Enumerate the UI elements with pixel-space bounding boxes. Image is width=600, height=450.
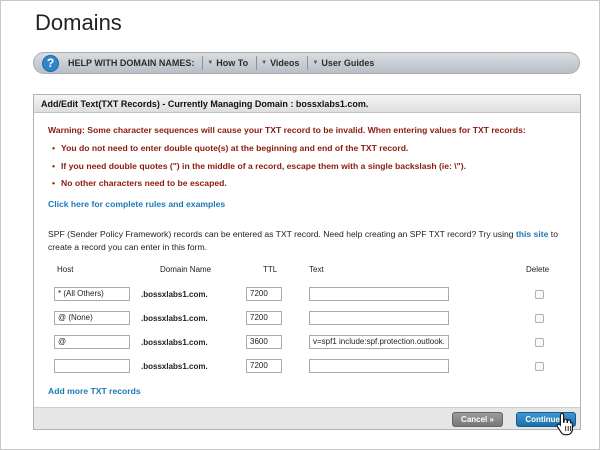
ttl-input[interactable]: 7200 xyxy=(246,287,282,301)
spf-help-text: SPF (Sender Policy Framework) records ca… xyxy=(48,228,568,254)
help-bar-label: HELP WITH DOMAIN NAMES: xyxy=(68,58,195,68)
help-icon: ? xyxy=(42,54,59,72)
domain-name: .bossxlabs1.com. xyxy=(141,362,208,371)
divider xyxy=(307,56,309,70)
host-input[interactable]: * (All Others) xyxy=(54,287,130,301)
ttl-input[interactable]: 7200 xyxy=(246,359,282,373)
ttl-input[interactable]: 7200 xyxy=(246,311,282,325)
spf-site-link[interactable]: this site xyxy=(516,229,548,239)
help-link-how-to[interactable]: ▼ How To xyxy=(207,58,248,68)
help-link-user-guides[interactable]: ▼ User Guides xyxy=(312,58,374,68)
ttl-input[interactable]: 3600 xyxy=(246,335,282,349)
domain-name: .bossxlabs1.com. xyxy=(141,338,208,347)
text-input[interactable] xyxy=(309,287,449,301)
text-input[interactable] xyxy=(309,359,449,373)
txt-records-panel: Add/Edit Text(TXT Records) - Currently M… xyxy=(33,94,581,430)
help-bar: ? HELP WITH DOMAIN NAMES: ▼ How To ▼ Vid… xyxy=(33,52,580,74)
divider xyxy=(202,56,204,70)
delete-checkbox[interactable] xyxy=(535,314,544,323)
delete-checkbox[interactable] xyxy=(535,338,544,347)
column-header-domain: Domain Name xyxy=(160,265,212,274)
delete-checkbox[interactable] xyxy=(535,290,544,299)
cancel-button[interactable]: Cancel » xyxy=(452,412,503,427)
chevron-down-icon: ▼ xyxy=(312,60,319,66)
domain-name: .bossxlabs1.com. xyxy=(141,314,208,323)
help-link-label: User Guides xyxy=(321,58,375,68)
text-input[interactable] xyxy=(309,311,449,325)
column-header-delete: Delete xyxy=(526,265,550,274)
domain-name: .bossxlabs1.com. xyxy=(141,290,208,299)
rule-bullet: You do not need to enter double quote(s)… xyxy=(52,143,408,153)
rule-bullet: If you need double quotes (") in the mid… xyxy=(52,161,466,171)
rules-examples-link[interactable]: Click here for complete rules and exampl… xyxy=(48,199,225,209)
spf-text-part: SPF (Sender Policy Framework) records ca… xyxy=(48,229,516,239)
help-link-label: How To xyxy=(216,58,249,68)
chevron-down-icon: ▼ xyxy=(261,60,268,66)
text-input[interactable]: v=spf1 include:spf.protection.outlook. xyxy=(309,335,449,349)
rule-bullet: No other characters need to be escaped. xyxy=(52,178,227,188)
host-input[interactable]: @ xyxy=(54,335,130,349)
divider xyxy=(256,56,258,70)
column-header-text: Text xyxy=(309,265,324,274)
page-title: Domains xyxy=(35,10,122,35)
panel-footer: Cancel » Continue » xyxy=(34,407,580,429)
chevron-down-icon: ▼ xyxy=(207,60,214,66)
delete-checkbox[interactable] xyxy=(535,362,544,371)
host-input[interactable]: @ (None) xyxy=(54,311,130,325)
hand-cursor-icon xyxy=(556,412,573,436)
host-input[interactable] xyxy=(54,359,130,373)
add-more-records-link[interactable]: Add more TXT records xyxy=(48,386,141,396)
help-link-label: Videos xyxy=(270,58,300,68)
help-link-videos[interactable]: ▼ Videos xyxy=(261,58,299,68)
column-header-ttl: TTL xyxy=(263,265,278,274)
panel-title: Add/Edit Text(TXT Records) - Currently M… xyxy=(34,95,580,113)
warning-text: Warning: Some character sequences will c… xyxy=(48,125,526,135)
column-header-host: Host xyxy=(57,265,74,274)
